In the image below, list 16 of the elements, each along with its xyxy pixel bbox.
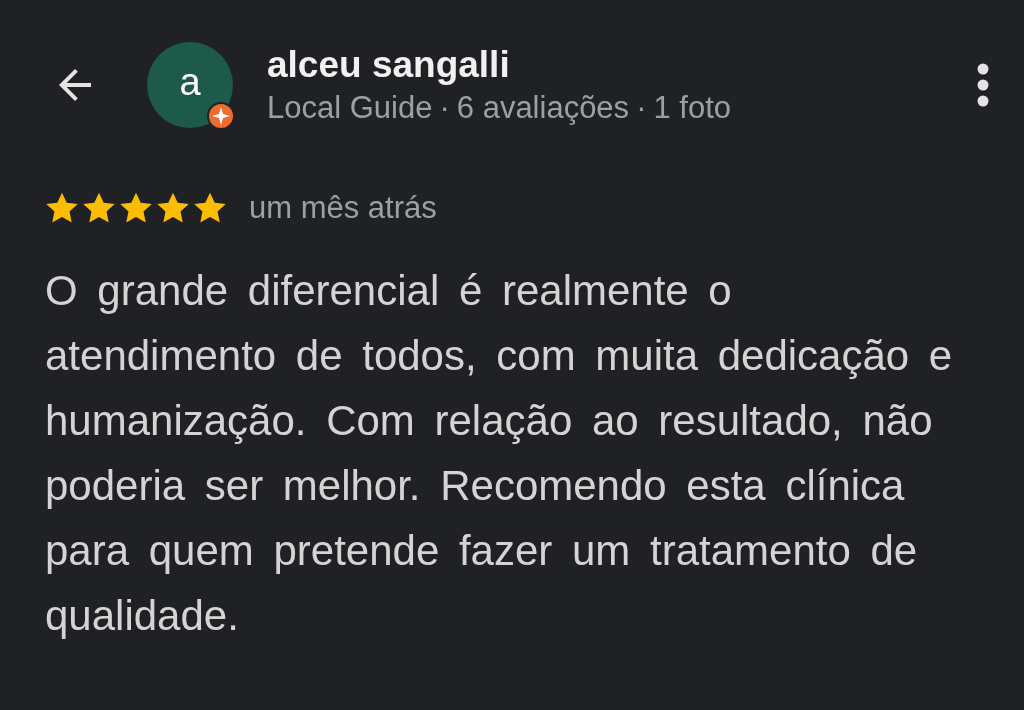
review-time: um mês atrás: [249, 190, 437, 226]
local-guide-badge-icon: [207, 102, 235, 130]
author-name[interactable]: alceu sangalli: [267, 44, 976, 86]
star-icon: [45, 192, 79, 224]
more-options-icon[interactable]: [976, 62, 990, 108]
star-icon: [82, 192, 116, 224]
separator: ·: [636, 90, 647, 126]
author-detail: 6 avaliações: [456, 90, 630, 126]
review-text: O grande diferencial é realmente o atendimento de todos, com muita dedicação e humanização. Com relação ao resultado, não poderia ser melhor. Recomendo esta clínica para quem pretende fazer um tratamento de qualidade.: [45, 266, 954, 641]
star-icon: [119, 192, 153, 224]
author-detail: 1 foto: [653, 90, 731, 126]
avatar: a: [147, 42, 233, 128]
separator: ·: [439, 90, 450, 126]
star-icon: [193, 192, 227, 224]
star-icon: [156, 192, 190, 224]
author-detail: Local Guide: [267, 90, 433, 126]
